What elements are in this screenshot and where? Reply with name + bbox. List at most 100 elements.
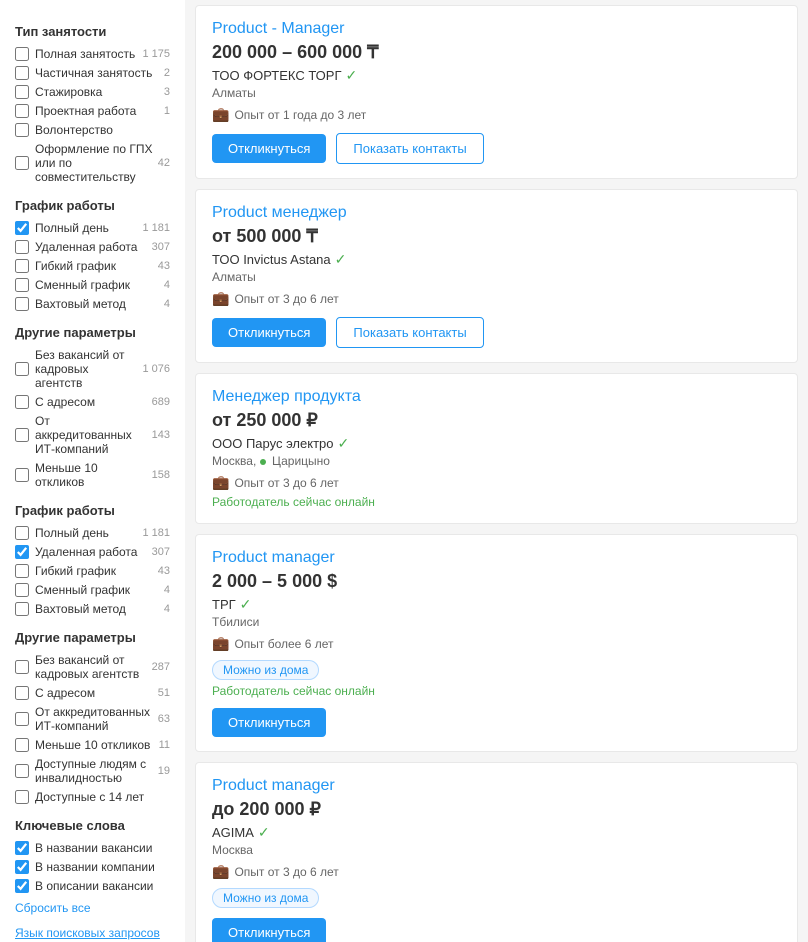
briefcase-icon-job2: 💼 [212, 290, 229, 307]
schedule1-count-2: 43 [158, 260, 170, 272]
employment-item-1[interactable]: Частичная занятость 2 [15, 66, 170, 80]
schedule1-checkbox-3[interactable] [15, 278, 29, 292]
exp-text-job5: Опыт от 3 до 6 лет [234, 865, 338, 879]
other1-item-1[interactable]: С адресом689 [15, 395, 170, 409]
schedule1-label-0: Полный день [35, 221, 138, 235]
keyword-checkbox-2[interactable] [15, 879, 29, 893]
schedule1-item-2[interactable]: Гибкий график43 [15, 259, 170, 273]
job-title-job2[interactable]: Product менеджер [212, 204, 347, 221]
schedule2-item-0[interactable]: Полный день1 181 [15, 526, 170, 540]
job-title-job1[interactable]: Product - Manager [212, 20, 345, 37]
schedule2-item-3[interactable]: Сменный график4 [15, 583, 170, 597]
exp-text-job4: Опыт более 6 лет [234, 637, 333, 651]
schedule2-label-4: Вахтовый метод [35, 602, 160, 616]
schedule2-item-2[interactable]: Гибкий график43 [15, 564, 170, 578]
employment-checkbox-0[interactable] [15, 47, 29, 61]
schedule2-checkbox-3[interactable] [15, 583, 29, 597]
employment-item-0[interactable]: Полная занятость1 175 [15, 47, 170, 61]
contacts-button-job1[interactable]: Показать контакты [336, 133, 483, 164]
other2-checkbox-1[interactable] [15, 686, 29, 700]
other2-item-2[interactable]: От аккредитованных ИТ-компаний63 [15, 705, 170, 733]
other1-checkbox-3[interactable] [15, 468, 29, 482]
schedule2-checkbox-4[interactable] [15, 602, 29, 616]
other2-checkbox-2[interactable] [15, 712, 29, 726]
job-title-job4[interactable]: Product manager [212, 549, 335, 566]
lang-link[interactable]: Язык поисковых запросов [15, 926, 160, 940]
other2-label-2: От аккредитованных ИТ-компаний [35, 705, 154, 733]
schedule1-item-0[interactable]: Полный день1 181 [15, 221, 170, 235]
city-dot-job3 [260, 459, 266, 465]
employment-checkbox-4[interactable] [15, 123, 29, 137]
other1-checkbox-0[interactable] [15, 362, 29, 376]
schedule2-item-1[interactable]: Удаленная работа307 [15, 545, 170, 559]
other1-checkbox-1[interactable] [15, 395, 29, 409]
other2-item-0[interactable]: Без вакансий от кадровых агентств287 [15, 653, 170, 681]
other1-item-3[interactable]: Меньше 10 откликов158 [15, 461, 170, 489]
schedule1-item-4[interactable]: Вахтовый метод4 [15, 297, 170, 311]
schedule1-checkbox-1[interactable] [15, 240, 29, 254]
schedule1-checkbox-0[interactable] [15, 221, 29, 235]
employment-checkbox-1[interactable] [15, 66, 29, 80]
employment-item-2[interactable]: Стажировка3 [15, 85, 170, 99]
company-name-job2[interactable]: ТОО Invictus Astana [212, 252, 331, 267]
respond-button-job2[interactable]: Откликнуться [212, 318, 326, 347]
schedule2-checkbox-2[interactable] [15, 564, 29, 578]
contacts-button-job2[interactable]: Показать контакты [336, 317, 483, 348]
schedule1-checkbox-4[interactable] [15, 297, 29, 311]
schedule1-count-1: 307 [152, 241, 170, 253]
schedule2-checkbox-0[interactable] [15, 526, 29, 540]
company-name-job1[interactable]: ТОО ФОРТЕКС ТОРГ [212, 68, 342, 83]
employment-checkbox-2[interactable] [15, 85, 29, 99]
other2-checkbox-4[interactable] [15, 764, 29, 778]
company-row-job4: ТРГ ✓ [212, 596, 781, 613]
job-card-job4: Product manager2 000 – 5 000 $ТРГ ✓Тбили… [195, 534, 798, 752]
company-name-job4[interactable]: ТРГ [212, 597, 236, 612]
company-name-job3[interactable]: ООО Парус электро [212, 436, 333, 451]
company-name-job5[interactable]: AGIMA [212, 825, 254, 840]
respond-button-job5[interactable]: Откликнуться [212, 918, 326, 942]
keyword-item-2[interactable]: В описании вакансии [15, 879, 170, 893]
job-title-job3[interactable]: Менеджер продукта [212, 388, 361, 405]
other1-item-2[interactable]: От аккредитованных ИТ-компаний143 [15, 414, 170, 456]
other2-checkbox-0[interactable] [15, 660, 29, 674]
employment-count-1: 2 [164, 67, 170, 79]
employment-count-3: 1 [164, 105, 170, 117]
briefcase-icon-job5: 💼 [212, 863, 229, 880]
other1-checkbox-2[interactable] [15, 428, 29, 442]
other-section-title-1: Другие параметры [15, 325, 170, 340]
other2-checkbox-5[interactable] [15, 790, 29, 804]
employment-item-3[interactable]: Проектная работа1 [15, 104, 170, 118]
location-row-job1: Алматы [212, 86, 781, 100]
keyword-checkbox-0[interactable] [15, 841, 29, 855]
employment-item-4[interactable]: Волонтерство [15, 123, 170, 137]
other2-item-4[interactable]: Доступные людям с инвалидностью19 [15, 757, 170, 785]
other1-item-0[interactable]: Без вакансий от кадровых агентств1 076 [15, 348, 170, 390]
job-title-job5[interactable]: Product manager [212, 777, 335, 794]
other2-item-3[interactable]: Меньше 10 откликов11 [15, 738, 170, 752]
employment-checkbox-3[interactable] [15, 104, 29, 118]
other2-item-1[interactable]: С адресом51 [15, 686, 170, 700]
schedule1-item-1[interactable]: Удаленная работа307 [15, 240, 170, 254]
employment-label-1: Частичная занятость [35, 66, 160, 80]
respond-button-job4[interactable]: Откликнуться [212, 708, 326, 737]
reset-link[interactable]: Сбросить все [15, 901, 170, 915]
registration-item-0[interactable]: Оформление по ГПХ или по совместительств… [15, 142, 170, 184]
registration-checkbox-0[interactable] [15, 156, 29, 170]
employer-online-job3[interactable]: Работодатель сейчас онлайн [212, 495, 781, 509]
exp-row-job2: 💼Опыт от 3 до 6 лет [212, 290, 781, 307]
keyword-item-1[interactable]: В названии компании [15, 860, 170, 874]
keyword-item-0[interactable]: В названии вакансии [15, 841, 170, 855]
schedule2-item-4[interactable]: Вахтовый метод4 [15, 602, 170, 616]
schedule1-item-3[interactable]: Сменный график4 [15, 278, 170, 292]
job-salary-job4: 2 000 – 5 000 $ [212, 571, 781, 592]
other2-checkbox-3[interactable] [15, 738, 29, 752]
employer-online-job4[interactable]: Работодатель сейчас онлайн [212, 684, 781, 698]
other1-count-1: 689 [152, 396, 170, 408]
schedule-section-title-1: График работы [15, 198, 170, 213]
schedule2-checkbox-1[interactable] [15, 545, 29, 559]
other2-label-3: Меньше 10 откликов [35, 738, 155, 752]
schedule1-checkbox-2[interactable] [15, 259, 29, 273]
other2-item-5[interactable]: Доступные с 14 лет [15, 790, 170, 804]
keyword-checkbox-1[interactable] [15, 860, 29, 874]
respond-button-job1[interactable]: Откликнуться [212, 134, 326, 163]
